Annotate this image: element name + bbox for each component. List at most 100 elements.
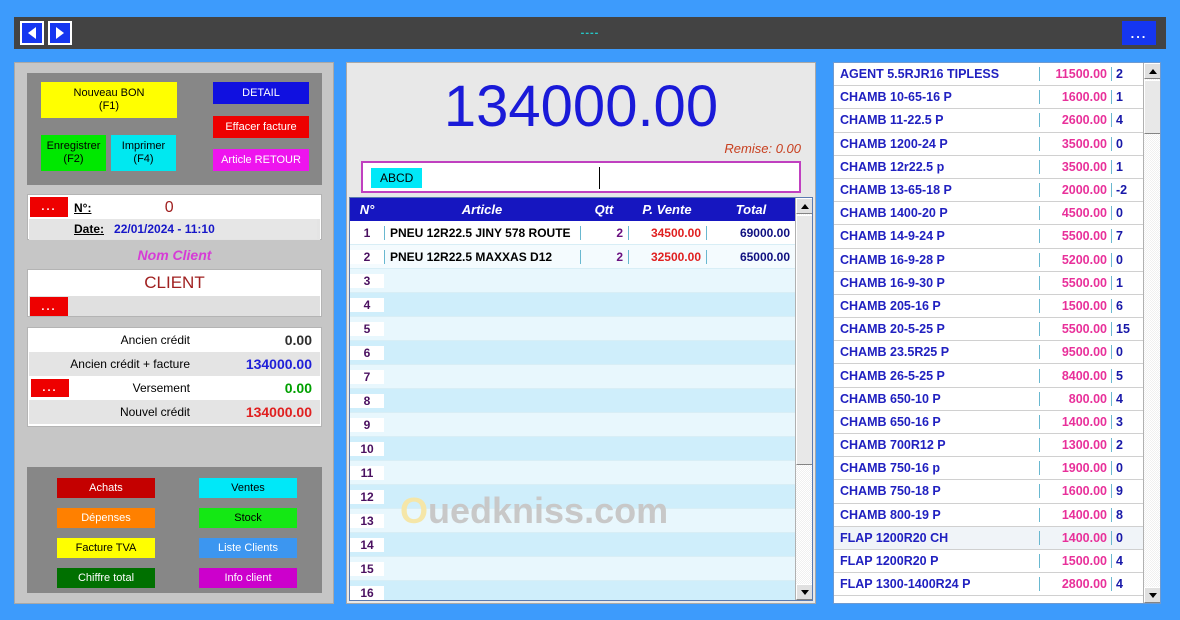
product-name: FLAP 1200R20 CH bbox=[840, 530, 949, 545]
column-header-qtt: Qtt bbox=[594, 202, 614, 217]
product-list-item[interactable]: FLAP 1300-1400R24 P 2800.00 4 bbox=[834, 573, 1160, 597]
product-name: CHAMB 700R12 P bbox=[840, 438, 946, 453]
invoice-cell-no: 6 bbox=[350, 345, 384, 360]
product-list-item[interactable]: CHAMB 14-9-24 P 5500.00 7 bbox=[834, 225, 1160, 249]
product-list-item[interactable]: CHAMB 20-5-25 P 5500.00 15 bbox=[834, 318, 1160, 342]
product-list-item[interactable]: CHAMB 10-65-16 P 1600.00 1 bbox=[834, 86, 1160, 110]
product-list-item[interactable]: CHAMB 11-22.5 P 2600.00 4 bbox=[834, 109, 1160, 133]
article-retour-button[interactable]: Article RETOUR bbox=[213, 149, 309, 171]
client-picker-button[interactable]: ... bbox=[30, 297, 68, 316]
invoice-scroll-up-button[interactable] bbox=[796, 198, 812, 214]
invoice-table-body: 1 PNEU 12R22.5 JINY 578 ROUTE 2 34500.00 690… bbox=[350, 221, 812, 600]
abcd-mode-tag[interactable]: ABCD bbox=[371, 168, 423, 188]
invoice-table-row[interactable]: 11 bbox=[350, 461, 812, 485]
invoice-header-box: ... N°: 0 Date: 22/01/2024 - 11:10 bbox=[27, 194, 322, 240]
invoice-table-row[interactable]: 7 bbox=[350, 365, 812, 389]
product-list-item[interactable]: CHAMB 1400-20 P 4500.00 0 bbox=[834, 202, 1160, 226]
column-header-no: N° bbox=[359, 202, 375, 217]
product-scroll-thumb[interactable] bbox=[1144, 80, 1160, 134]
product-list-item[interactable]: CHAMB 205-16 P 1500.00 6 bbox=[834, 295, 1160, 319]
invoice-table-row[interactable]: 6 bbox=[350, 341, 812, 365]
product-list-item[interactable]: CHAMB 750-16 p 1900.00 0 bbox=[834, 457, 1160, 481]
module-button-d-penses[interactable]: Dépenses bbox=[57, 508, 155, 528]
invoice-table-row[interactable]: 15 bbox=[350, 557, 812, 581]
product-name: CHAMB 205-16 P bbox=[840, 298, 941, 313]
product-stock: 3 bbox=[1111, 414, 1146, 429]
module-button-stock[interactable]: Stock bbox=[199, 508, 297, 528]
versement-picker-button[interactable]: ... bbox=[31, 379, 69, 397]
client-name-value[interactable]: CLIENT bbox=[28, 270, 321, 296]
invoice-table-scrollbar[interactable] bbox=[795, 198, 812, 600]
product-list-item[interactable]: CHAMB 16-9-28 P 5200.00 0 bbox=[834, 249, 1160, 272]
product-list-item[interactable]: CHAMB 700R12 P 1300.00 2 bbox=[834, 434, 1160, 458]
product-scroll-down-button[interactable] bbox=[1144, 587, 1160, 603]
product-stock: 4 bbox=[1111, 577, 1146, 592]
product-list-item[interactable]: CHAMB 13-65-18 P 2000.00 -2 bbox=[834, 179, 1160, 203]
product-stock: 8 bbox=[1111, 507, 1146, 522]
product-price: 1400.00 bbox=[1039, 530, 1111, 545]
product-list-item[interactable]: CHAMB 16-9-30 P 5500.00 1 bbox=[834, 272, 1160, 295]
invoice-table-row[interactable]: 10 bbox=[350, 437, 812, 461]
invoice-cell-article: PNEU 12R22.5 MAXXAS D12 bbox=[384, 249, 580, 264]
module-button-chiffre-total[interactable]: Chiffre total bbox=[57, 568, 155, 588]
invoice-cell-no: 16 bbox=[350, 585, 384, 600]
module-button-facture-tva[interactable]: Facture TVA bbox=[57, 538, 155, 558]
product-list-item[interactable]: CHAMB 26-5-25 P 8400.00 5 bbox=[834, 364, 1160, 388]
product-list-item[interactable]: CHAMB 12r22.5 p 3500.00 1 bbox=[834, 156, 1160, 179]
invoice-table-row[interactable]: 14 bbox=[350, 533, 812, 557]
product-list-item[interactable]: CHAMB 650-10 P 800.00 4 bbox=[834, 388, 1160, 411]
next-record-button[interactable] bbox=[48, 21, 72, 45]
product-list-item[interactable]: FLAP 1200R20 CH 1400.00 0 bbox=[834, 526, 1160, 550]
product-stock: 9 bbox=[1111, 484, 1146, 499]
product-stock: 4 bbox=[1111, 554, 1146, 569]
product-stock: 15 bbox=[1111, 322, 1146, 337]
invoice-table-row[interactable]: 2 PNEU 12R22.5 MAXXAS D12 2 32500.00 65000.0… bbox=[350, 245, 812, 269]
product-name: CHAMB 14-9-24 P bbox=[840, 229, 945, 244]
product-list-scrollbar[interactable] bbox=[1143, 63, 1160, 603]
product-name: CHAMB 16-9-28 P bbox=[840, 252, 945, 267]
invoice-table-row[interactable]: 1 PNEU 12R22.5 JINY 578 ROUTE 2 34500.00 690… bbox=[350, 221, 812, 245]
invoice-table-row[interactable]: 5 bbox=[350, 317, 812, 341]
product-scroll-up-button[interactable] bbox=[1144, 63, 1160, 79]
invoice-scroll-thumb[interactable] bbox=[796, 215, 812, 465]
invoice-table-row[interactable]: 8 bbox=[350, 389, 812, 413]
effacer-facture-button[interactable]: Effacer facture bbox=[213, 116, 309, 138]
invoice-cell-pv: 34500.00 bbox=[628, 225, 706, 240]
product-list-item[interactable]: CHAMB 1200-24 P 3500.00 0 bbox=[834, 133, 1160, 156]
article-search-field[interactable]: ABCD bbox=[361, 161, 801, 193]
product-list-item[interactable]: CHAMB 23.5R25 P 9500.00 0 bbox=[834, 341, 1160, 365]
imprimer-button[interactable]: Imprimer (F4) bbox=[111, 135, 176, 171]
invoice-table-row[interactable]: 13 bbox=[350, 509, 812, 533]
module-button-ventes[interactable]: Ventes bbox=[199, 478, 297, 498]
invoice-table-row[interactable]: 4 bbox=[350, 293, 812, 317]
module-button-liste-clients[interactable]: Liste Clients bbox=[199, 538, 297, 558]
invoice-table-row[interactable]: 3 bbox=[350, 269, 812, 293]
module-button-achats[interactable]: Achats bbox=[57, 478, 155, 498]
title-menu-button[interactable]: ... bbox=[1122, 21, 1156, 45]
credit-row-value: 0.00 bbox=[284, 380, 312, 396]
credit-row: ... Versement 0.00 bbox=[29, 376, 320, 400]
product-list-item[interactable]: AGENT 5.5RJR16 TIPLESS 11500.00 2 bbox=[834, 63, 1160, 87]
invoice-number-value[interactable]: 0 bbox=[91, 199, 317, 217]
product-list-item[interactable]: CHAMB 800-19 P 1400.00 8 bbox=[834, 504, 1160, 527]
module-button-info-client[interactable]: Info client bbox=[199, 568, 297, 588]
nouveau-bon-button[interactable]: Nouveau BON (F1) bbox=[41, 82, 177, 118]
product-list-item[interactable]: FLAP 1200R20 P 1500.00 4 bbox=[834, 550, 1160, 574]
product-stock: -2 bbox=[1111, 183, 1146, 198]
product-list-panel[interactable]: AGENT 5.5RJR16 TIPLESS 11500.00 2 CHAMB 10-… bbox=[833, 62, 1161, 604]
invoice-scroll-down-button[interactable] bbox=[796, 584, 812, 600]
invoice-date-label: Date: bbox=[74, 222, 105, 236]
prev-record-button[interactable] bbox=[20, 21, 44, 45]
invoice-table-row[interactable]: 16 bbox=[350, 581, 812, 600]
invoice-table-row[interactable]: 12 bbox=[350, 485, 812, 509]
remise-label: Remise: 0.00 bbox=[724, 141, 801, 156]
detail-button[interactable]: DETAIL bbox=[213, 82, 309, 104]
invoice-table-row[interactable]: 9 bbox=[350, 413, 812, 437]
product-list-item[interactable]: CHAMB 750-18 P 1600.00 9 bbox=[834, 480, 1160, 504]
product-list-item[interactable]: CHAMB 650-16 P 1400.00 3 bbox=[834, 411, 1160, 434]
invoice-number-picker-button[interactable]: ... bbox=[30, 197, 68, 217]
chevron-down-icon bbox=[800, 589, 809, 595]
enregistrer-button[interactable]: Enregistrer (F2) bbox=[41, 135, 106, 171]
title-bar: ---- ... bbox=[14, 17, 1166, 49]
invoice-date-value[interactable]: 22/01/2024 - 11:10 bbox=[114, 222, 215, 236]
